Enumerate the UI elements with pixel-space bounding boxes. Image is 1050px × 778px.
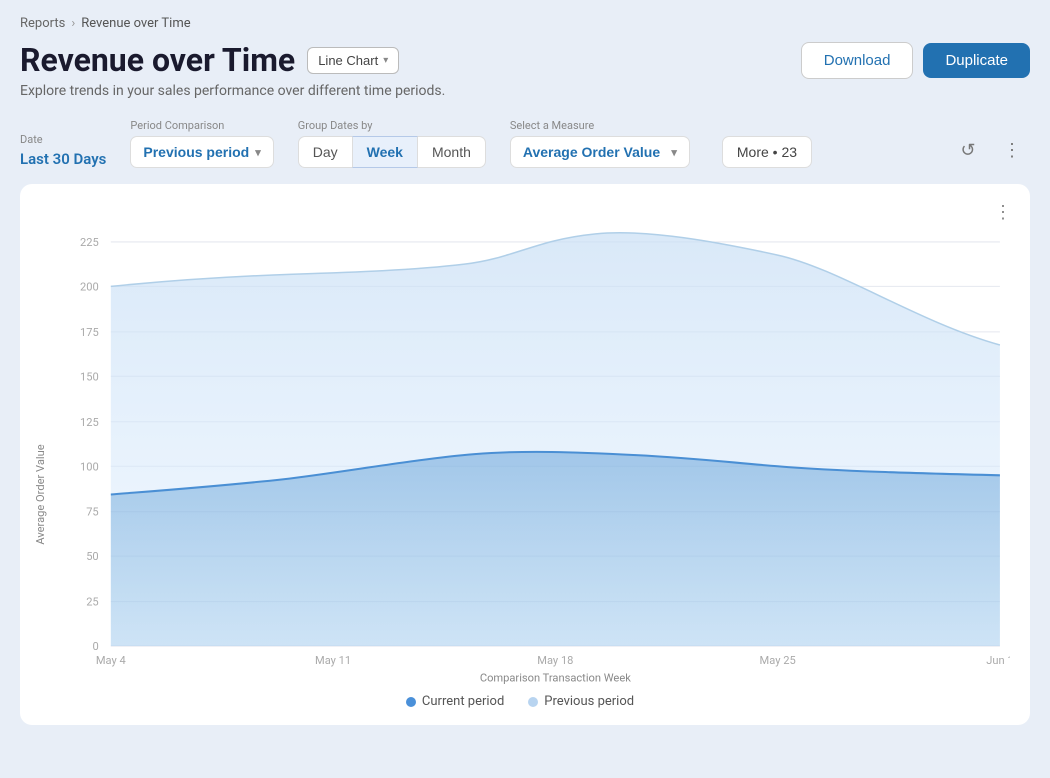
svg-text:75: 75 — [86, 506, 99, 519]
svg-text:225: 225 — [80, 236, 99, 249]
chart-legend: Current period Previous period — [30, 694, 1010, 709]
chart-card: ⋮ Average Order Value 0 25 50 75 100 125 — [20, 184, 1030, 725]
group-dates-label: Group Dates by — [298, 119, 486, 132]
svg-text:Comparison Transaction Week: Comparison Transaction Week — [480, 671, 631, 684]
refresh-icon: ↺ — [960, 140, 975, 161]
svg-text:May 18: May 18 — [537, 654, 573, 667]
date-filter-group: Date Last 30 Days — [20, 133, 106, 168]
svg-text:125: 125 — [80, 416, 99, 429]
group-day-button[interactable]: Day — [298, 136, 352, 168]
duplicate-button[interactable]: Duplicate — [923, 43, 1030, 78]
filter-actions: ↺ ⋮ — [950, 132, 1030, 168]
date-filter-label: Date — [20, 133, 106, 146]
svg-text:Jun 1: Jun 1 — [986, 654, 1010, 667]
breadcrumb: Reports › Revenue over Time — [20, 16, 1030, 31]
date-filter-value[interactable]: Last 30 Days — [20, 150, 106, 168]
measure-filter-label: Select a Measure — [510, 119, 690, 132]
group-dates-filter-group: Group Dates by Day Week Month — [298, 119, 486, 168]
period-filter-label: Period Comparison — [130, 119, 273, 132]
svg-text:50: 50 — [86, 550, 99, 563]
page-subtitle: Explore trends in your sales performance… — [20, 83, 1030, 99]
svg-text:25: 25 — [86, 596, 99, 609]
svg-text:175: 175 — [80, 326, 99, 339]
group-dates-buttons: Day Week Month — [298, 136, 486, 168]
chart-svg: Average Order Value 0 25 50 75 100 125 1… — [30, 204, 1010, 684]
period-filter-dropdown[interactable]: Previous period ▾ — [130, 136, 273, 168]
y-axis-label: Average Order Value — [34, 444, 47, 544]
filters-row: Date Last 30 Days Period Comparison Prev… — [20, 119, 1030, 168]
group-week-button[interactable]: Week — [352, 136, 418, 168]
measure-filter-dropdown[interactable]: Average Order Value ▾ — [510, 136, 690, 168]
refresh-button[interactable]: ↺ — [950, 132, 986, 168]
download-button[interactable]: Download — [801, 42, 914, 79]
breadcrumb-separator: › — [71, 16, 75, 31]
svg-text:May 4: May 4 — [96, 654, 126, 667]
legend-current-dot — [406, 697, 416, 707]
svg-text:May 11: May 11 — [315, 654, 351, 667]
more-options-icon: ⋮ — [1003, 140, 1021, 161]
more-measures-button[interactable]: More • 23 — [722, 136, 812, 168]
period-filter-value: Previous period — [143, 144, 249, 160]
chart-type-chevron-icon: ▾ — [383, 55, 388, 66]
svg-text:200: 200 — [80, 280, 99, 293]
legend-current: Current period — [406, 694, 504, 709]
legend-current-label: Current period — [422, 694, 504, 709]
measure-filter-group: Select a Measure Average Order Value ▾ — [510, 119, 690, 168]
legend-previous: Previous period — [528, 694, 634, 709]
svg-text:100: 100 — [80, 460, 99, 473]
legend-previous-dot — [528, 697, 538, 707]
measure-chevron-icon: ▾ — [671, 146, 677, 159]
measure-filter-value: Average Order Value — [523, 144, 660, 160]
group-month-button[interactable]: Month — [418, 136, 486, 168]
period-filter-group: Period Comparison Previous period ▾ — [130, 119, 273, 168]
chart-area: Average Order Value 0 25 50 75 100 125 1… — [30, 204, 1010, 684]
svg-text:0: 0 — [92, 640, 98, 653]
more-filter-group: More • 23 — [714, 119, 812, 168]
chart-type-button[interactable]: Line Chart ▾ — [307, 47, 399, 74]
more-options-button[interactable]: ⋮ — [994, 132, 1030, 168]
page-title-area: Revenue over Time Line Chart ▾ — [20, 41, 399, 79]
page-header: Revenue over Time Line Chart ▾ Download … — [20, 41, 1030, 79]
svg-text:150: 150 — [80, 370, 99, 383]
breadcrumb-current: Revenue over Time — [81, 16, 190, 31]
period-chevron-icon: ▾ — [255, 146, 261, 159]
chart-type-label: Line Chart — [318, 53, 378, 68]
breadcrumb-parent[interactable]: Reports — [20, 16, 65, 31]
svg-text:May 25: May 25 — [760, 654, 796, 667]
header-actions: Download Duplicate — [801, 42, 1030, 79]
legend-previous-label: Previous period — [544, 694, 634, 709]
page-title: Revenue over Time — [20, 41, 295, 79]
